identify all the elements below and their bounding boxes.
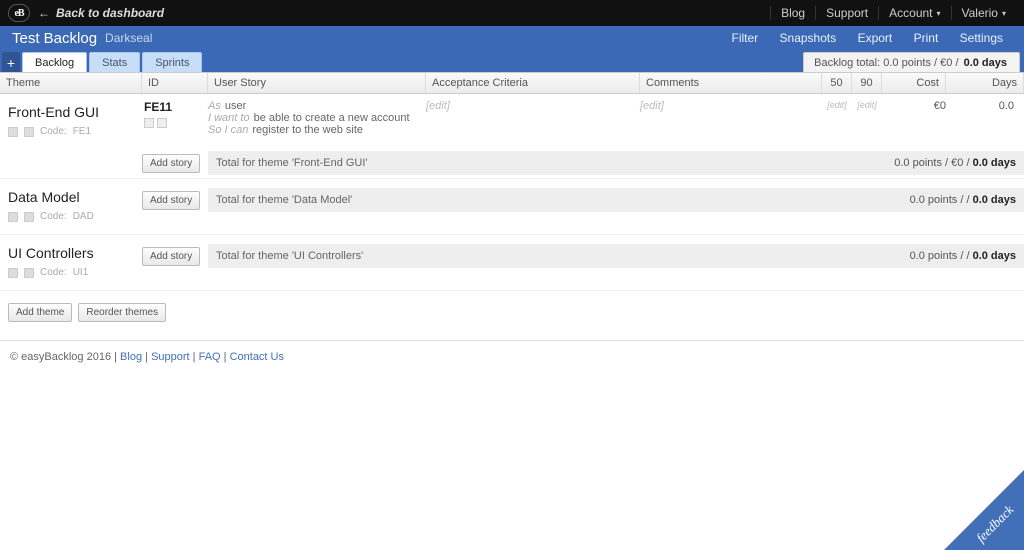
content-area: Front-End GUI Code: FE1 FE11 Asuser I wa… [0,94,1024,334]
back-label: Back to dashboard [56,6,164,20]
footer-link-blog[interactable]: Blog [120,351,142,363]
chevron-down-icon: ▾ [1002,9,1006,18]
code-label: Code: [40,126,67,137]
theme-total-label: Total for theme 'UI Controllers' [216,250,363,262]
arrow-left-icon: ← [38,6,50,20]
tab-backlog[interactable]: Backlog [22,52,87,72]
theme-code: UI1 [73,267,89,278]
bottom-buttons: Add theme Reorder themes [0,291,1024,334]
code-label: Code: [40,211,67,222]
acceptance-cell[interactable]: [edit] [426,100,640,136]
project-actions: Filter Snapshots Export Print Settings [723,31,1013,45]
color-icon[interactable] [144,118,154,128]
logo-icon: eB [8,4,30,22]
add-story-button[interactable]: Add story [142,154,200,173]
menu-user[interactable]: Valerio▾ [951,6,1016,20]
col-story: User Story [208,73,426,93]
col-cost: Cost [882,73,946,93]
story-id-cell: FE11 [142,100,208,136]
theme-cell: Front-End GUI Code: FE1 [0,94,142,178]
collapse-icon[interactable] [8,127,18,137]
theme-total-values: 0.0 points / / 0.0 days [910,250,1016,262]
backlog-total: Backlog total: 0.0 points / €0 / 0.0 day… [803,52,1020,72]
top-bar: eB ← Back to dashboard Blog Support Acco… [0,0,1024,26]
top-menu: Blog Support Account▾ Valerio▾ [770,6,1016,20]
theme-row: Data Model Code: DAD Add story Total for… [0,179,1024,235]
project-bar: Test Backlog Darkseal Filter Snapshots E… [0,26,1024,50]
action-snapshots[interactable]: Snapshots [771,31,846,45]
col-accept: Acceptance Criteria [426,73,640,93]
tab-row: + Backlog Stats Sprints Backlog total: 0… [0,50,1024,72]
theme-meta: Code: FE1 [8,126,134,137]
back-to-dashboard-link[interactable]: ← Back to dashboard [38,6,164,20]
menu-support[interactable]: Support [815,6,878,20]
copyright: © easyBacklog 2016 [10,351,111,363]
col-theme: Theme [0,73,142,93]
theme-total-label: Total for theme 'Front-End GUI' [216,157,368,169]
collapse-icon[interactable] [8,268,18,278]
comments-cell[interactable]: [edit] [640,100,822,136]
add-theme-button[interactable]: Add theme [8,303,72,322]
col-50: 50 [822,73,852,93]
col-id: ID [142,73,208,93]
project-title: Test Backlog [12,30,97,47]
chevron-down-icon: ▾ [937,9,941,18]
user-story-cell[interactable]: Asuser I want tobe able to create a new … [208,100,426,136]
footer-link-faq[interactable]: FAQ [199,351,221,363]
action-print[interactable]: Print [905,31,948,45]
action-export[interactable]: Export [849,31,902,45]
cost-cell: €0 [882,100,946,136]
footer: © easyBacklog 2016 | Blog | Support | FA… [0,340,1024,373]
code-label: Code: [40,267,67,278]
story-row: FE11 Asuser I want tobe able to create a… [142,94,1024,148]
theme-total-label: Total for theme 'Data Model' [216,194,352,206]
col-90: 90 [852,73,882,93]
project-subtitle: Darkseal [105,31,152,45]
story-id[interactable]: FE11 [144,100,208,114]
theme-code: FE1 [73,126,91,137]
days-cell: 0.0 [946,100,1024,136]
drag-icon[interactable] [157,118,167,128]
theme-name[interactable]: UI Controllers [8,245,134,261]
p90-cell[interactable]: [edit] [852,100,882,136]
footer-link-contact[interactable]: Contact Us [230,351,284,363]
add-story-button[interactable]: Add story [142,247,200,266]
drag-icon[interactable] [24,268,34,278]
grid-header: Theme ID User Story Acceptance Criteria … [0,72,1024,94]
menu-blog[interactable]: Blog [770,6,815,20]
theme-total-row: Add story Total for theme 'Front-End GUI… [142,148,1024,178]
col-comments: Comments [640,73,822,93]
action-settings[interactable]: Settings [951,31,1012,45]
col-days: Days [946,73,1024,93]
theme-code: DAD [73,211,94,222]
theme-row: UI Controllers Code: UI1 Add story Total… [0,235,1024,291]
reorder-themes-button[interactable]: Reorder themes [78,303,166,322]
footer-link-support[interactable]: Support [151,351,190,363]
menu-account[interactable]: Account▾ [878,6,950,20]
drag-icon[interactable] [24,212,34,222]
theme-total-values: 0.0 points / €0 / 0.0 days [894,157,1016,169]
add-tab-button[interactable]: + [2,52,20,72]
theme-row: Front-End GUI Code: FE1 FE11 Asuser I wa… [0,94,1024,179]
p50-cell[interactable]: [edit] [822,100,852,136]
action-filter[interactable]: Filter [723,31,768,45]
theme-total-values: 0.0 points / / 0.0 days [910,194,1016,206]
add-story-button[interactable]: Add story [142,191,200,210]
theme-name[interactable]: Data Model [8,189,134,205]
drag-icon[interactable] [24,127,34,137]
tab-stats[interactable]: Stats [89,52,140,72]
tab-sprints[interactable]: Sprints [142,52,202,72]
collapse-icon[interactable] [8,212,18,222]
theme-name[interactable]: Front-End GUI [8,104,134,120]
